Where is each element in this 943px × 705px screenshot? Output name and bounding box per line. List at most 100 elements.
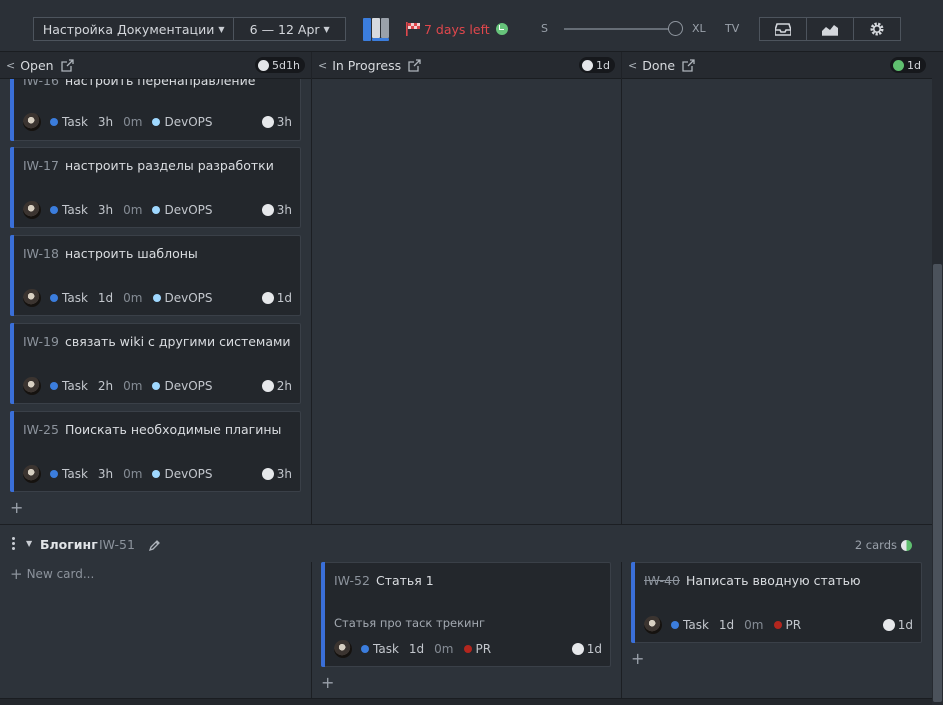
- task-card[interactable]: IW-40 Написать вводную статью Task 1d 0m …: [631, 562, 922, 643]
- add-card-plus-icon[interactable]: +: [10, 500, 23, 516]
- inbox-button[interactable]: [760, 18, 806, 40]
- board-layout-icon[interactable]: [363, 18, 390, 41]
- card-accent: [10, 411, 14, 492]
- new-card-button[interactable]: + New card...: [10, 565, 94, 583]
- clock-icon: [495, 23, 508, 35]
- avatar[interactable]: [23, 289, 41, 307]
- chevron-left-icon[interactable]: <: [628, 59, 637, 72]
- estimate-value: 1d: [586, 642, 602, 656]
- estimate-value: 1d: [276, 291, 292, 305]
- tag-dot: [152, 118, 161, 126]
- plus-icon: +: [10, 565, 23, 583]
- task-card[interactable]: IW-25 Поискать необходимые плагины Task 3…: [10, 411, 301, 492]
- horizontal-scrollbar[interactable]: [0, 698, 932, 705]
- edit-pencil-icon[interactable]: [148, 539, 161, 552]
- time-remaining: 0m: [123, 115, 143, 129]
- card-title: IW-18 настроить шаблоны: [23, 246, 198, 261]
- card-key: IW-18: [23, 246, 59, 261]
- drag-handle-icon[interactable]: [12, 537, 16, 551]
- card-accent: [10, 147, 14, 228]
- time-spent: 2h: [97, 379, 114, 393]
- progress-icon: [261, 204, 274, 216]
- flag-icon: [406, 22, 420, 36]
- task-type-dot: [50, 294, 58, 302]
- settings-button[interactable]: [853, 18, 900, 40]
- estimate: 3h: [261, 201, 292, 219]
- swimlane-title[interactable]: Блогинг: [40, 537, 98, 552]
- avatar[interactable]: [334, 640, 352, 658]
- add-card-plus-icon[interactable]: +: [321, 675, 334, 691]
- task-type-dot: [361, 645, 369, 653]
- task-type: Task: [62, 203, 88, 217]
- card-title: IW-17 настроить разделы разработки: [23, 158, 274, 173]
- avatar[interactable]: [23, 377, 41, 395]
- time-remaining: 0m: [123, 467, 143, 481]
- task-card[interactable]: IW-18 настроить шаблоны Task 1d 0m DevOPS…: [10, 235, 301, 316]
- vertical-scrollbar[interactable]: [932, 52, 943, 705]
- swimlane-key[interactable]: IW-51: [99, 537, 135, 552]
- time-spent: 1d: [718, 618, 735, 632]
- tag-dot: [152, 294, 161, 302]
- progress-icon: [882, 619, 895, 631]
- card-accent: [631, 562, 635, 643]
- avatar[interactable]: [23, 465, 41, 483]
- avatar[interactable]: [23, 113, 41, 131]
- zoom-slider[interactable]: [564, 28, 674, 30]
- time-spent: 3h: [97, 115, 114, 129]
- task-card[interactable]: IW-17 настроить разделы разработки Task 3…: [10, 147, 301, 228]
- card-key: IW-40: [644, 573, 680, 588]
- estimate: 1d: [261, 289, 292, 307]
- task-card[interactable]: IW-19 связать wiki с другими системами Ta…: [10, 323, 301, 404]
- deadline-indicator[interactable]: 7 days left: [405, 20, 508, 38]
- estimate-value: 1d: [897, 618, 913, 632]
- card-meta: Task 3h 0m DevOPS: [23, 465, 213, 483]
- estimate: 3h: [261, 465, 292, 483]
- tag-dot: [152, 470, 161, 478]
- time-spent: 3h: [97, 467, 114, 481]
- column-header-open[interactable]: < Open 5d1h: [0, 52, 311, 79]
- progress-icon: [261, 380, 274, 392]
- avatar[interactable]: [23, 201, 41, 219]
- avatar[interactable]: [644, 616, 662, 634]
- view-toolbar: [759, 17, 901, 41]
- card-title-text: настроить разделы разработки: [64, 158, 274, 173]
- date-range-selector[interactable]: 6 — 12 Apr ▼: [233, 18, 345, 40]
- progress-icon: [261, 468, 274, 480]
- date-range: 6 — 12 Apr: [249, 21, 320, 37]
- task-type: Task: [62, 115, 88, 129]
- board-selector[interactable]: Настройка Документации ▼: [34, 18, 233, 40]
- chevron-left-icon[interactable]: <: [6, 59, 15, 72]
- external-link-icon[interactable]: [408, 58, 421, 72]
- task-card[interactable]: IW-52 Статья 1 Статья про таск трекинг Ta…: [321, 562, 611, 667]
- settings-icon: [870, 22, 884, 36]
- board-filter: Настройка Документации ▼ 6 — 12 Apr ▼: [33, 17, 346, 41]
- add-card-plus-icon[interactable]: +: [631, 651, 644, 667]
- chart-button[interactable]: [806, 18, 853, 40]
- collapse-caret-icon[interactable]: ▼: [26, 539, 32, 548]
- chevron-down-icon: ▼: [218, 24, 225, 34]
- scrollbar-thumb[interactable]: [933, 264, 942, 702]
- column-header-done[interactable]: < Done 1d: [622, 52, 932, 79]
- time-spent: 3h: [97, 203, 114, 217]
- inbox-icon: [775, 22, 791, 36]
- estimate: 1d: [571, 640, 602, 658]
- card-title-text: Написать вводную статью: [685, 573, 861, 588]
- estimate-value: 2h: [276, 379, 292, 393]
- card-key: IW-17: [23, 158, 59, 173]
- external-link-icon[interactable]: [60, 58, 74, 72]
- column-divider: [311, 79, 312, 699]
- zoom-slider-handle[interactable]: [668, 21, 683, 36]
- time-remaining: 0m: [123, 203, 143, 217]
- card-meta: Task 1d 0m PR: [334, 640, 491, 658]
- external-link-icon[interactable]: [682, 58, 695, 72]
- top-toolbar: Настройка Документации ▼ 6 — 12 Apr ▼ 7 …: [0, 0, 943, 52]
- task-type: Task: [373, 642, 399, 656]
- zoom-label-tv[interactable]: TV: [725, 22, 739, 35]
- column-header-in-progress[interactable]: < In Progress 1d: [312, 52, 621, 79]
- time-remaining: 0m: [123, 379, 143, 393]
- time-remaining: 0m: [744, 618, 764, 632]
- task-type-dot: [50, 470, 58, 478]
- tag-dot: [463, 645, 472, 653]
- card-description: Статья про таск трекинг: [334, 616, 486, 630]
- chevron-left-icon[interactable]: <: [318, 59, 327, 72]
